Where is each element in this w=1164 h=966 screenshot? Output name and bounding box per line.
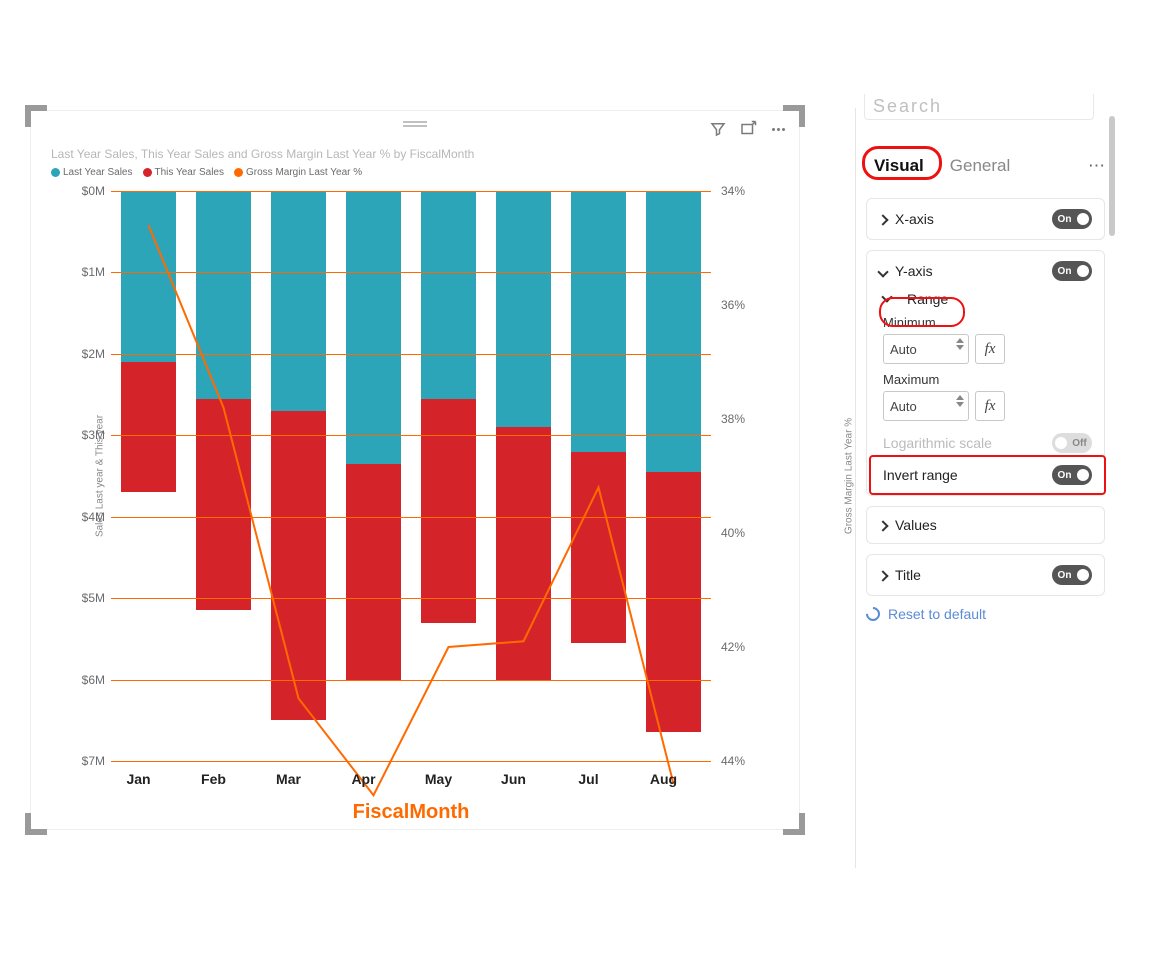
maximum-input[interactable]: Auto — [883, 391, 969, 421]
y-axis-right-tick: 38% — [721, 412, 761, 426]
focus-mode-icon[interactable] — [737, 118, 759, 140]
x-axis-tick: Apr — [326, 771, 401, 787]
section-x-axis[interactable]: X-axis On — [866, 198, 1105, 240]
chevron-right-icon — [877, 570, 888, 581]
y-axis-right-tick: 42% — [721, 640, 761, 654]
toggle-y-axis[interactable]: On — [1052, 261, 1092, 281]
y-axis-right-label: Gross Margin Last Year % — [844, 418, 855, 534]
scrollbar[interactable] — [1109, 116, 1115, 236]
plot-area: Sales Last year & This year Gross Margin… — [111, 191, 711, 761]
legend-item[interactable]: Last Year Sales — [51, 167, 133, 178]
annotation-highlight — [862, 146, 942, 180]
step-up-icon[interactable] — [956, 338, 964, 343]
y-axis-left-tick: $3M — [65, 428, 105, 442]
toggle-log-scale[interactable]: Off — [1052, 433, 1092, 453]
legend-swatch-icon — [143, 168, 152, 177]
chevron-right-icon — [877, 214, 888, 225]
drag-handle-icon[interactable] — [403, 121, 427, 127]
step-down-icon[interactable] — [956, 345, 964, 350]
filter-icon[interactable] — [707, 118, 729, 140]
reset-to-default-button[interactable]: Reset to default — [866, 606, 1105, 622]
section-y-axis[interactable]: Y-axis On Range Minimum Auto fx Maximum … — [866, 250, 1105, 496]
legend: Last Year Sales This Year Sales Gross Ma… — [51, 167, 362, 178]
format-panel: Search Visual General ⋯ X-axis On Y-axis… — [855, 108, 1115, 868]
visual-canvas[interactable]: Last Year Sales, This Year Sales and Gro… — [30, 110, 820, 850]
toggle-x-axis[interactable]: On — [1052, 209, 1092, 229]
label-log-scale: Logarithmic scale — [883, 435, 992, 451]
y-axis-left-tick: $2M — [65, 347, 105, 361]
annotation-highlight — [869, 455, 1106, 495]
combo-chart[interactable]: Last Year Sales, This Year Sales and Gro… — [30, 110, 800, 830]
y-axis-left-tick: $7M — [65, 754, 105, 768]
legend-swatch-icon — [51, 168, 60, 177]
line-series[interactable] — [149, 225, 674, 795]
conditional-formatting-button[interactable]: fx — [975, 334, 1005, 364]
section-values[interactable]: Values — [866, 506, 1105, 544]
reset-icon — [863, 604, 883, 624]
x-axis-tick: Feb — [176, 771, 251, 787]
step-up-icon[interactable] — [956, 395, 964, 400]
x-axis-tick: Mar — [251, 771, 326, 787]
more-options-icon[interactable] — [767, 118, 789, 140]
legend-item[interactable]: Gross Margin Last Year % — [234, 167, 362, 178]
y-axis-left-tick: $5M — [65, 591, 105, 605]
x-axis-tick: Jan — [101, 771, 176, 787]
y-axis-right-tick: 36% — [721, 298, 761, 312]
tab-general[interactable]: General — [946, 152, 1014, 180]
x-axis-title: FiscalMonth — [111, 801, 711, 824]
x-axis-tick: May — [401, 771, 476, 787]
minimum-input[interactable]: Auto — [883, 334, 969, 364]
x-axis-tick: Jun — [476, 771, 551, 787]
y-axis-left-tick: $4M — [65, 510, 105, 524]
section-title[interactable]: Title On — [866, 554, 1105, 596]
search-input[interactable]: Search — [864, 94, 1094, 120]
y-axis-left-tick: $1M — [65, 265, 105, 279]
x-axis-tick: Aug — [626, 771, 701, 787]
chevron-right-icon — [877, 520, 888, 531]
y-axis-right-tick: 34% — [721, 184, 761, 198]
y-axis-right-tick: 40% — [721, 526, 761, 540]
more-options-icon[interactable]: ⋯ — [1088, 156, 1105, 176]
conditional-formatting-button[interactable]: fx — [975, 391, 1005, 421]
step-down-icon[interactable] — [956, 402, 964, 407]
legend-item[interactable]: This Year Sales — [143, 167, 225, 178]
label-maximum: Maximum — [883, 372, 1092, 387]
y-axis-left-tick: $0M — [65, 184, 105, 198]
annotation-highlight — [879, 297, 965, 327]
selection-handle[interactable] — [25, 813, 47, 835]
x-axis-tick: Jul — [551, 771, 626, 787]
legend-swatch-icon — [234, 168, 243, 177]
chart-title: Last Year Sales, This Year Sales and Gro… — [51, 147, 474, 161]
y-axis-right-tick: 44% — [721, 754, 761, 768]
selection-handle[interactable] — [783, 813, 805, 835]
chevron-down-icon — [877, 266, 888, 277]
y-axis-left-tick: $6M — [65, 673, 105, 687]
toggle-title[interactable]: On — [1052, 565, 1092, 585]
